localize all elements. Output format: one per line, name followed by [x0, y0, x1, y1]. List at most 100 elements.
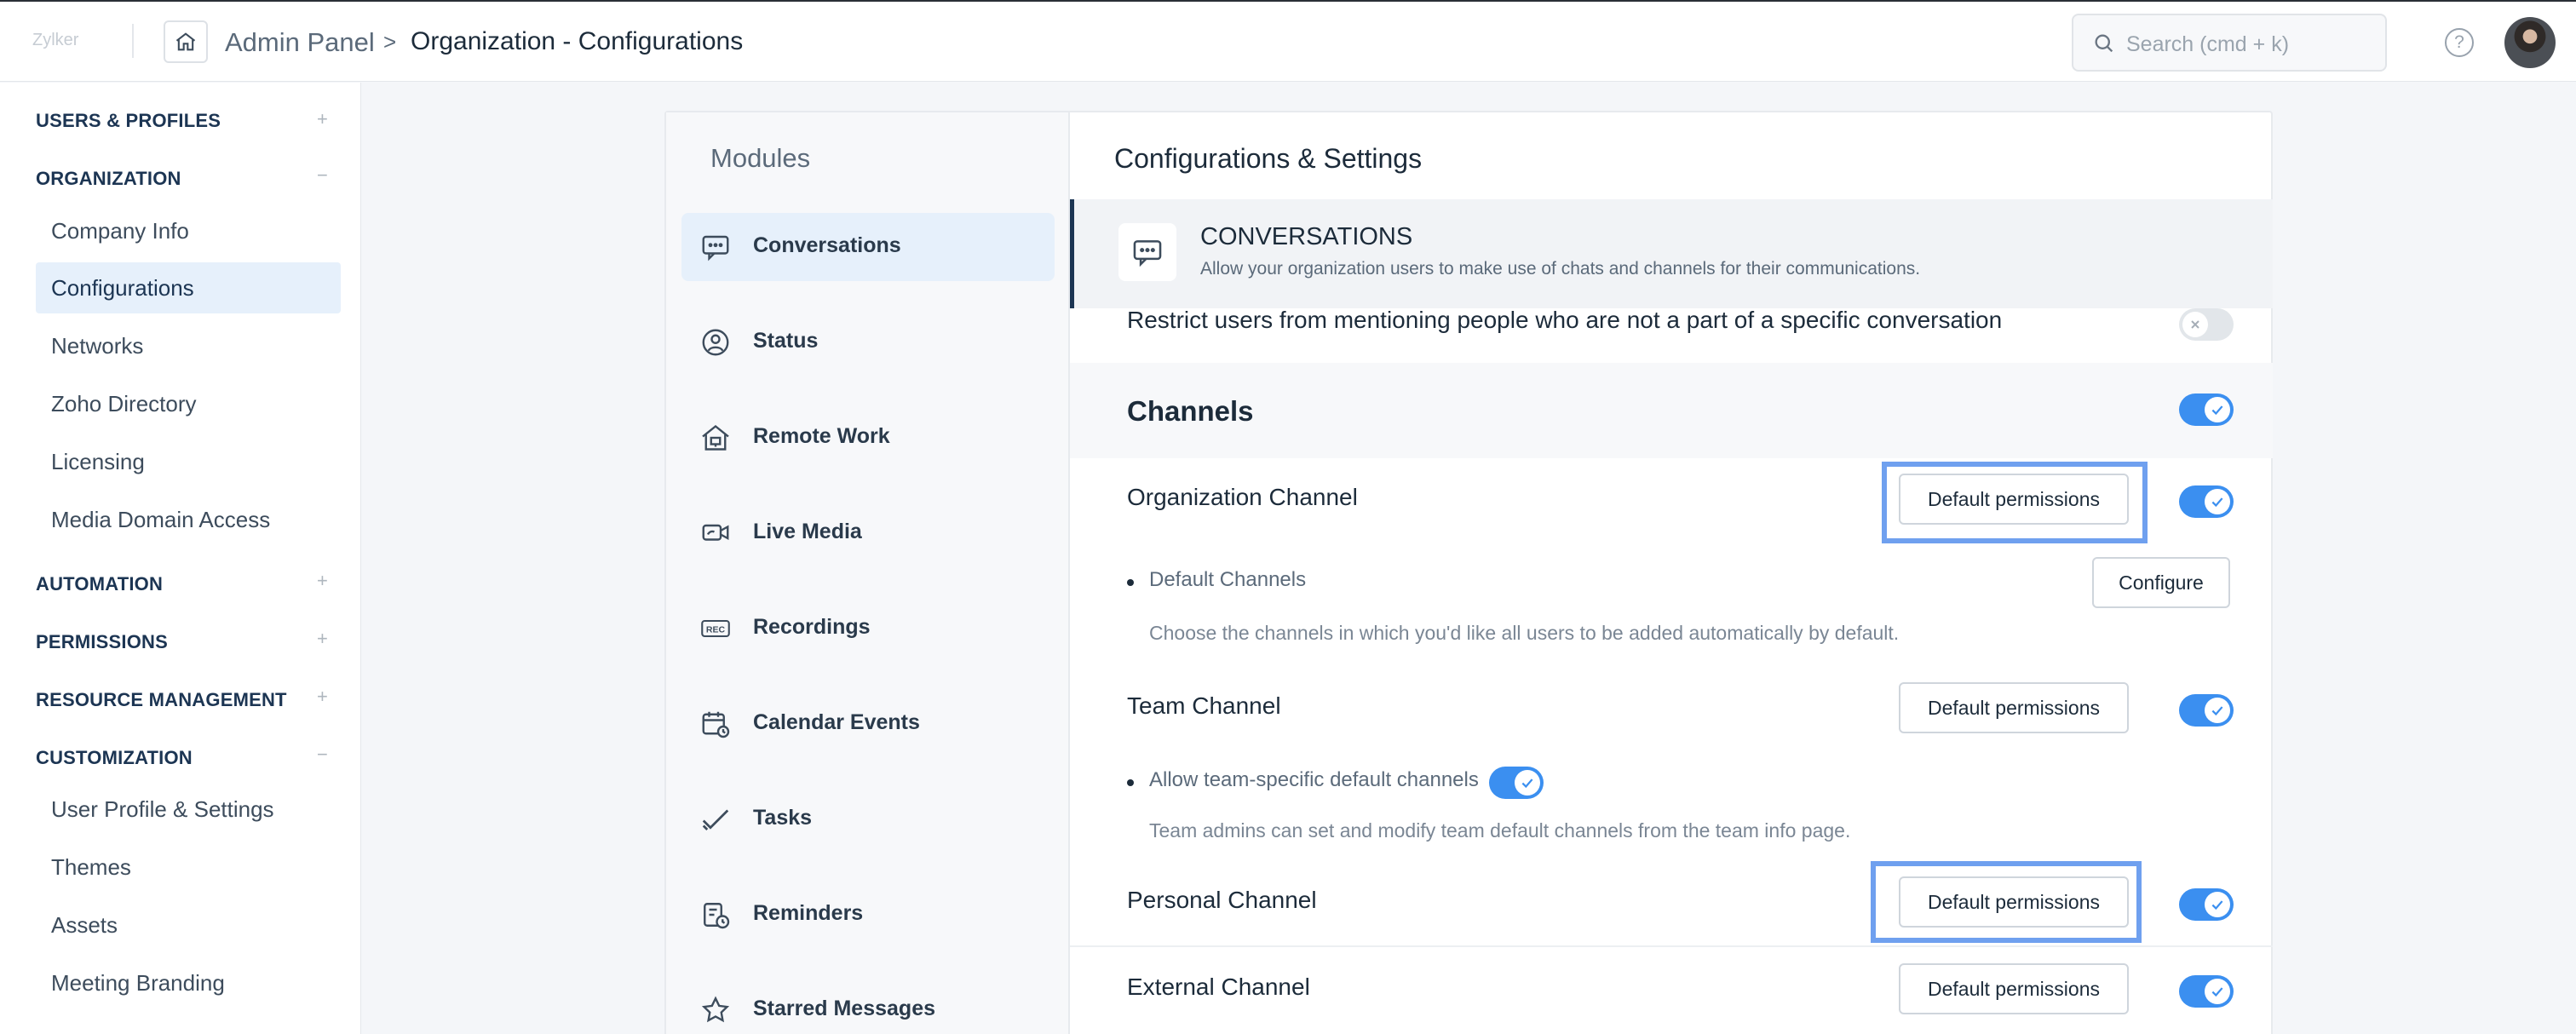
external-channel-toggle[interactable]: [2179, 975, 2234, 1008]
collapse-icon[interactable]: −: [317, 744, 328, 766]
organization-channel-toggle[interactable]: [2179, 485, 2234, 518]
chat-icon: [702, 235, 729, 261]
module-tasks[interactable]: Tasks: [681, 785, 1055, 853]
expand-icon[interactable]: +: [317, 628, 328, 650]
check-icon: [2211, 706, 2223, 716]
section-customization[interactable]: CUSTOMIZATION: [36, 747, 193, 769]
org-channel-default-permissions-button[interactable]: Default permissions: [1899, 474, 2129, 525]
allow-team-defaults-toggle[interactable]: [1489, 767, 1544, 799]
section-users-profiles[interactable]: USERS & PROFILES: [36, 110, 221, 132]
sidebar-item-themes[interactable]: Themes: [36, 842, 341, 893]
module-label: Remote Work: [753, 424, 890, 448]
module-live-media[interactable]: Live Media: [681, 499, 1055, 567]
module-label: Recordings: [753, 615, 871, 639]
toggle-knob: [2205, 698, 2230, 723]
check-icon: [2211, 497, 2223, 508]
section-permissions[interactable]: PERMISSIONS: [36, 631, 168, 653]
check-icon: [2211, 405, 2223, 416]
divider: [1070, 945, 2273, 947]
team-defaults-help: Team admins can set and modify team defa…: [1149, 819, 1851, 842]
module-remote-work[interactable]: Remote Work: [681, 404, 1055, 472]
svg-text:REC: REC: [706, 625, 726, 635]
collapse-icon[interactable]: −: [317, 164, 328, 187]
breadcrumb-separator: >: [383, 29, 397, 55]
section-description: Allow your organization users to make us…: [1200, 259, 1921, 279]
module-label: Live Media: [753, 520, 862, 543]
search-placeholder: Search (cmd + k): [2126, 32, 2290, 56]
section-resource-management[interactable]: RESOURCE MANAGEMENT: [36, 689, 287, 711]
default-channels-label: Default Channels: [1149, 568, 1307, 591]
module-label: Conversations: [753, 233, 901, 257]
check-icon: [702, 809, 729, 830]
restrict-mentions-toggle[interactable]: [2179, 308, 2234, 341]
sidebar-item-networks[interactable]: Networks: [36, 320, 341, 371]
module-calendar-events[interactable]: Calendar Events: [681, 690, 1055, 758]
team-channel-toggle[interactable]: [2179, 694, 2234, 727]
home-icon: [175, 32, 196, 51]
section-organization[interactable]: ORGANIZATION: [36, 168, 181, 190]
module-recordings[interactable]: REC Recordings: [681, 595, 1055, 663]
sidebar-item-media-domain-access[interactable]: Media Domain Access: [36, 494, 341, 545]
channels-header: Channels: [1070, 363, 2273, 458]
check-icon: [2211, 987, 2223, 997]
module-starred-messages[interactable]: Starred Messages: [681, 976, 1055, 1034]
personal-channel-toggle[interactable]: [2179, 888, 2234, 921]
modules-list: Modules Conversations Status Remote Work…: [666, 112, 1070, 1034]
admin-sidebar: USERS & PROFILES + ORGANIZATION − Compan…: [0, 83, 361, 1034]
conversations-section-icon: [1118, 223, 1176, 281]
conversations-section-header: CONVERSATIONS Allow your organization us…: [1070, 199, 2273, 308]
header-divider: [132, 24, 134, 58]
help-icon[interactable]: ?: [2445, 28, 2474, 57]
toggle-knob: [2205, 397, 2230, 422]
home-button[interactable]: [164, 20, 208, 63]
module-label: Starred Messages: [753, 997, 936, 1020]
channels-title: Channels: [1127, 395, 1254, 427]
team-channel-default-permissions-button[interactable]: Default permissions: [1899, 682, 2129, 733]
avatar[interactable]: [2504, 17, 2556, 68]
module-conversations[interactable]: Conversations: [681, 213, 1055, 281]
configurations-panel: Modules Conversations Status Remote Work…: [664, 111, 2273, 1034]
section-automation[interactable]: AUTOMATION: [36, 573, 163, 595]
allow-team-defaults-label: Allow team-specific default channels: [1149, 768, 1479, 791]
toggle-knob: [1515, 770, 1540, 796]
modules-title: Modules: [710, 143, 811, 173]
external-channel-default-permissions-button[interactable]: Default permissions: [1899, 963, 2129, 1014]
sidebar-item-zoho-directory[interactable]: Zoho Directory: [36, 378, 341, 429]
sidebar-item-configurations[interactable]: Configurations: [36, 262, 341, 313]
configure-button[interactable]: Configure: [2092, 557, 2230, 608]
module-label: Tasks: [753, 806, 813, 830]
rec-icon: REC: [701, 619, 730, 638]
close-icon: [2191, 320, 2199, 329]
module-label: Calendar Events: [753, 710, 920, 734]
module-label: Status: [753, 329, 819, 353]
expand-icon[interactable]: +: [317, 570, 328, 592]
sidebar-item-assets[interactable]: Assets: [36, 899, 341, 951]
toggle-knob: [2205, 979, 2230, 1004]
sidebar-item-meeting-branding[interactable]: Meeting Branding: [36, 957, 341, 1008]
search-input[interactable]: Search (cmd + k): [2072, 14, 2387, 72]
toggle-knob: [2182, 312, 2208, 337]
toggle-knob: [2205, 489, 2230, 514]
expand-icon[interactable]: +: [317, 686, 328, 708]
channels-toggle[interactable]: [2179, 393, 2234, 426]
sidebar-item-company-info[interactable]: Company Info: [36, 205, 341, 256]
personal-channel-label: Personal Channel: [1127, 887, 1317, 913]
settings-title: Configurations & Settings: [1114, 143, 1423, 174]
home-office-icon: [702, 424, 729, 451]
bullet: [1127, 579, 1134, 586]
expand-icon[interactable]: +: [317, 108, 328, 130]
personal-channel-default-permissions-button[interactable]: Default permissions: [1899, 876, 2129, 928]
breadcrumb-current: Organization - Configurations: [411, 27, 744, 55]
external-channel-label: External Channel: [1127, 974, 1310, 1000]
video-call-icon: [702, 524, 729, 541]
breadcrumb-admin-panel[interactable]: Admin Panel: [225, 27, 375, 58]
sidebar-item-licensing[interactable]: Licensing: [36, 436, 341, 487]
top-bar: Zylker Admin Panel > Organization - Conf…: [0, 0, 2576, 82]
module-status[interactable]: Status: [681, 308, 1055, 376]
brand-logo[interactable]: Zylker: [32, 31, 78, 50]
star-icon: [701, 996, 730, 1023]
chat-icon: [1133, 240, 1162, 267]
settings-pane: Configurations & Settings CONVERSATIONS …: [1070, 112, 2273, 1034]
sidebar-item-user-profile-settings[interactable]: User Profile & Settings: [36, 784, 341, 835]
module-reminders[interactable]: Reminders: [681, 881, 1055, 949]
